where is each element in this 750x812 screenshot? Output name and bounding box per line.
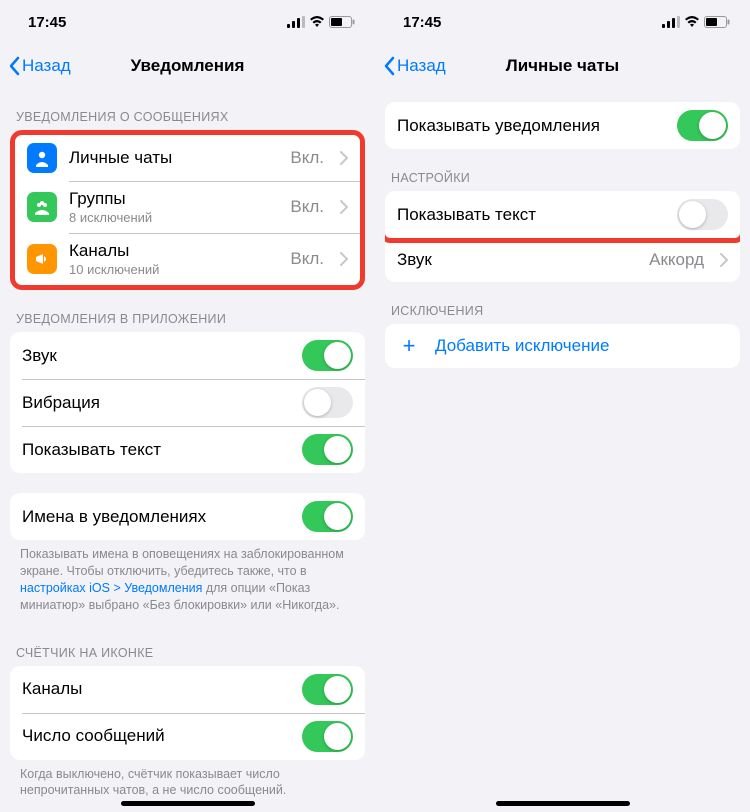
row-label: Каналы bbox=[69, 241, 278, 261]
section-header-badge: СЧЁТЧИК НА ИКОНКЕ bbox=[0, 624, 375, 666]
row-badge-channels[interactable]: Каналы bbox=[10, 666, 365, 713]
group-exceptions: + Добавить исключение bbox=[385, 324, 740, 368]
group-show-notifications: Показывать уведомления bbox=[385, 102, 740, 149]
toggle-show-text[interactable] bbox=[677, 199, 728, 230]
row-label: Показывать текст bbox=[22, 440, 290, 460]
group-badge: Каналы Число сообщений bbox=[10, 666, 365, 760]
screen-notifications: 17:45 Назад Уведомления УВЕДОМЛЕНИЯ О СО… bbox=[0, 0, 375, 812]
status-bar: 17:45 bbox=[375, 0, 750, 44]
section-header-messages: УВЕДОМЛЕНИЯ О СООБЩЕНИЯХ bbox=[0, 88, 375, 130]
row-groups[interactable]: Группы 8 исключений Вкл. bbox=[15, 181, 360, 233]
toggle-names[interactable] bbox=[302, 501, 353, 532]
toggle-badge-channels[interactable] bbox=[302, 674, 353, 705]
group-message-notifications: Личные чаты Вкл. Группы 8 исключений Вкл… bbox=[10, 130, 365, 290]
row-channels[interactable]: Каналы 10 исключений Вкл. bbox=[15, 233, 360, 285]
row-sub: 10 исключений bbox=[69, 262, 278, 277]
toggle-show-text[interactable] bbox=[302, 434, 353, 465]
row-label: Каналы bbox=[22, 679, 290, 699]
battery-icon bbox=[329, 16, 355, 28]
section-header-exceptions: ИСКЛЮЧЕНИЯ bbox=[375, 282, 750, 324]
nav-bar: Назад Уведомления bbox=[0, 44, 375, 88]
footer-note-names: Показывать имена в оповещениях на заблок… bbox=[0, 540, 375, 624]
chevron-left-icon bbox=[383, 56, 395, 76]
row-label: Звук bbox=[397, 250, 637, 270]
row-value: Вкл. bbox=[290, 148, 324, 168]
status-time: 17:45 bbox=[28, 14, 66, 31]
screen-private-chats: 17:45 Назад Личные чаты Показывать уведо… bbox=[375, 0, 750, 812]
row-label: Вибрация bbox=[22, 393, 290, 413]
row-names[interactable]: Имена в уведомлениях bbox=[10, 493, 365, 540]
row-vibration[interactable]: Вибрация bbox=[10, 379, 365, 426]
row-show-notifications[interactable]: Показывать уведомления bbox=[385, 102, 740, 149]
back-button[interactable]: Назад bbox=[0, 56, 71, 76]
chevron-right-icon bbox=[340, 252, 348, 266]
person-icon bbox=[27, 143, 57, 173]
wifi-icon bbox=[309, 16, 325, 28]
group-icon bbox=[27, 192, 57, 222]
back-label: Назад bbox=[22, 56, 71, 76]
status-time: 17:45 bbox=[403, 14, 441, 31]
row-add-exception[interactable]: + Добавить исключение bbox=[385, 324, 740, 368]
row-value: Аккорд bbox=[649, 250, 704, 270]
toggle-vibration[interactable] bbox=[302, 387, 353, 418]
row-label: Личные чаты bbox=[69, 148, 278, 168]
plus-icon: + bbox=[397, 333, 421, 359]
section-header-inapp: УВЕДОМЛЕНИЯ В ПРИЛОЖЕНИИ bbox=[0, 290, 375, 332]
row-value: Вкл. bbox=[290, 197, 324, 217]
group-names: Имена в уведомлениях bbox=[10, 493, 365, 540]
chevron-left-icon bbox=[8, 56, 20, 76]
row-value: Вкл. bbox=[290, 249, 324, 269]
megaphone-icon bbox=[27, 244, 57, 274]
row-show-text[interactable]: Показывать текст bbox=[10, 426, 365, 473]
toggle-sound[interactable] bbox=[302, 340, 353, 371]
cellular-icon bbox=[287, 16, 305, 28]
row-label: Группы bbox=[69, 189, 278, 209]
chevron-right-icon bbox=[340, 200, 348, 214]
cellular-icon bbox=[662, 16, 680, 28]
chevron-right-icon bbox=[720, 253, 728, 267]
content: Показывать уведомления НАСТРОЙКИ Показыв… bbox=[375, 88, 750, 812]
back-label: Назад bbox=[397, 56, 446, 76]
ios-settings-link[interactable]: настройках iOS > Уведомления bbox=[20, 581, 202, 595]
group-inapp: Звук Вибрация Показывать текст bbox=[10, 332, 365, 473]
nav-bar: Назад Личные чаты bbox=[375, 44, 750, 88]
row-badge-count[interactable]: Число сообщений bbox=[10, 713, 365, 760]
battery-icon bbox=[704, 16, 730, 28]
row-private-chats[interactable]: Личные чаты Вкл. bbox=[15, 135, 360, 181]
status-bar: 17:45 bbox=[0, 0, 375, 44]
group-settings: Показывать текст Звук Аккорд bbox=[385, 191, 740, 282]
home-indicator[interactable] bbox=[121, 801, 255, 806]
row-sound[interactable]: Звук Аккорд bbox=[385, 238, 740, 282]
content: УВЕДОМЛЕНИЯ О СООБЩЕНИЯХ Личные чаты Вкл… bbox=[0, 88, 375, 812]
section-header-settings: НАСТРОЙКИ bbox=[375, 149, 750, 191]
row-sound[interactable]: Звук bbox=[10, 332, 365, 379]
row-label: Число сообщений bbox=[22, 726, 290, 746]
home-indicator[interactable] bbox=[496, 801, 630, 806]
status-indicators bbox=[662, 16, 730, 28]
row-label: Звук bbox=[22, 346, 290, 366]
row-label: Имена в уведомлениях bbox=[22, 507, 290, 527]
back-button[interactable]: Назад bbox=[375, 56, 446, 76]
row-sub: 8 исключений bbox=[69, 210, 278, 225]
row-label: Показывать уведомления bbox=[397, 116, 665, 136]
wifi-icon bbox=[684, 16, 700, 28]
toggle-badge-count[interactable] bbox=[302, 721, 353, 752]
status-indicators bbox=[287, 16, 355, 28]
row-show-text[interactable]: Показывать текст bbox=[385, 191, 740, 243]
chevron-right-icon bbox=[340, 151, 348, 165]
row-label: Показывать текст bbox=[397, 205, 665, 225]
toggle-show-notifications[interactable] bbox=[677, 110, 728, 141]
add-exception-label: Добавить исключение bbox=[435, 336, 609, 356]
